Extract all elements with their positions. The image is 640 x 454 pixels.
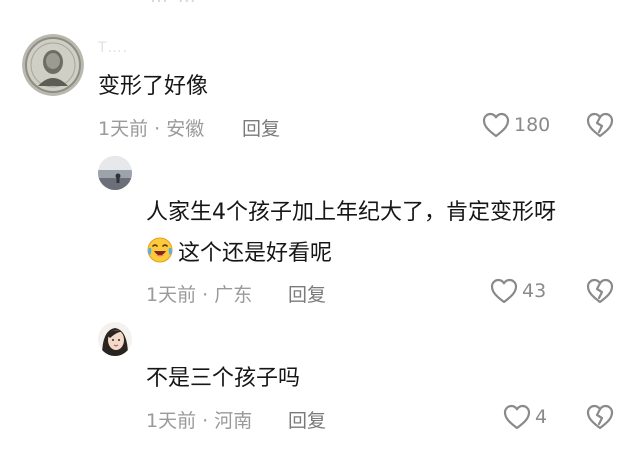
reply-button[interactable]: 回复 xyxy=(288,406,326,433)
dislike-button[interactable] xyxy=(586,404,614,434)
dislike-button[interactable] xyxy=(586,278,614,308)
comment-text: 不是三个孩子吗 xyxy=(146,366,301,391)
reply-button[interactable]: 回复 xyxy=(242,114,280,141)
heart-icon xyxy=(503,404,531,430)
like-count: 180 xyxy=(514,114,551,136)
coin-portrait-icon xyxy=(22,34,84,96)
meta-separator: · xyxy=(154,118,161,140)
comment-text-line2: 这个还是好看呢 xyxy=(146,236,332,271)
comment-time: 1天前 xyxy=(146,410,197,432)
comment-meta: 1天前 · 安徽 xyxy=(98,114,204,141)
broken-heart-icon xyxy=(586,112,614,138)
heart-icon xyxy=(482,112,510,138)
dislike-button[interactable] xyxy=(586,112,614,142)
reply-button[interactable]: 回复 xyxy=(288,280,326,307)
comment-location: 河南 xyxy=(214,410,253,432)
comment-time: 1天前 xyxy=(146,284,197,306)
comment-location: 安徽 xyxy=(166,118,205,140)
like-button[interactable]: 43 xyxy=(490,278,546,304)
broken-heart-icon xyxy=(586,404,614,430)
like-button[interactable]: 4 xyxy=(503,404,547,430)
user-avatar[interactable] xyxy=(98,322,132,356)
like-count: 43 xyxy=(522,280,547,302)
comment-text: 变形了好像 xyxy=(98,74,209,99)
comment-time: 1天前 xyxy=(98,118,149,140)
heart-icon xyxy=(490,278,518,304)
laughing-crying-emoji-icon xyxy=(147,237,173,263)
username[interactable]: T…. xyxy=(98,40,128,56)
woman-portrait-icon xyxy=(98,322,132,356)
meta-separator: · xyxy=(202,410,209,432)
landscape-photo-icon xyxy=(98,156,132,190)
comment-meta: 1天前 · 河南 xyxy=(146,406,252,433)
meta-separator: · xyxy=(202,284,209,306)
user-avatar[interactable] xyxy=(22,34,84,96)
cut-off-previous-text: … … xyxy=(150,0,198,7)
comment-location: 广东 xyxy=(214,284,253,306)
broken-heart-icon xyxy=(586,278,614,304)
comment-text-line2-content: 这个还是好看呢 xyxy=(178,241,333,266)
comment-text-line1: 人家生4个孩子加上年纪大了，肯定变形呀 xyxy=(146,200,556,225)
comment-meta: 1天前 · 广东 xyxy=(146,280,252,307)
user-avatar[interactable] xyxy=(98,156,132,190)
like-button[interactable]: 180 xyxy=(482,112,550,138)
like-count: 4 xyxy=(535,406,548,428)
